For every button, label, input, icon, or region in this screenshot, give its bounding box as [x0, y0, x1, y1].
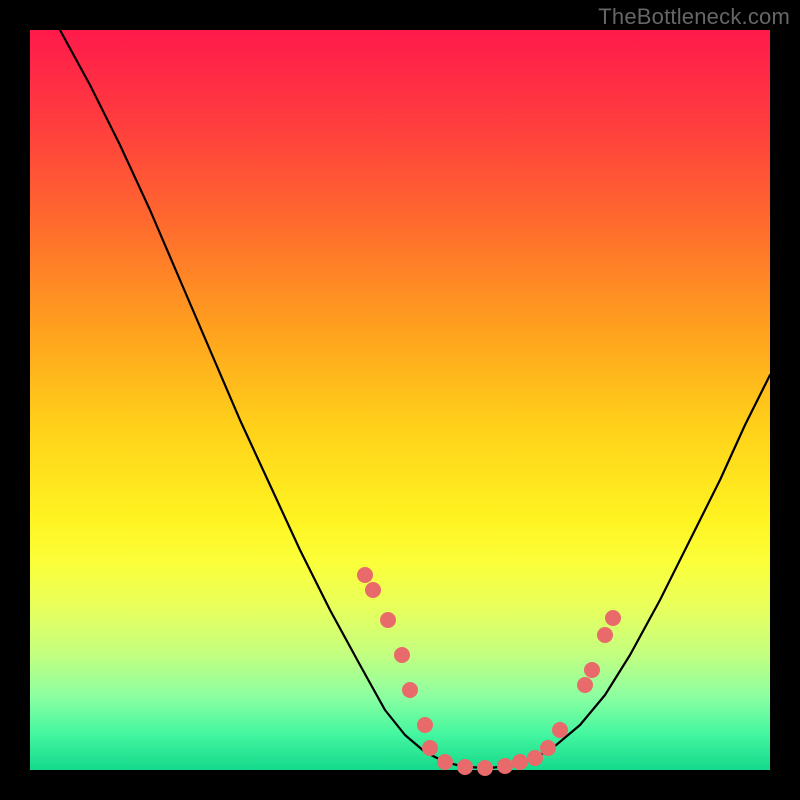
data-dot — [394, 647, 410, 663]
data-dot — [422, 740, 438, 756]
data-dot — [457, 759, 473, 775]
data-dot — [552, 722, 568, 738]
bottleneck-curve-svg — [30, 30, 770, 770]
data-dot — [584, 662, 600, 678]
curve-dots-group — [357, 567, 621, 776]
gradient-plot-area — [30, 30, 770, 770]
attribution-text: TheBottleneck.com — [598, 4, 790, 30]
data-dot — [402, 682, 418, 698]
chart-frame: TheBottleneck.com — [0, 0, 800, 800]
data-dot — [357, 567, 373, 583]
data-dot — [380, 612, 396, 628]
data-dot — [497, 758, 513, 774]
data-dot — [540, 740, 556, 756]
data-dot — [527, 750, 543, 766]
bottleneck-curve — [60, 30, 770, 768]
data-dot — [477, 760, 493, 776]
data-dot — [417, 717, 433, 733]
data-dot — [577, 677, 593, 693]
data-dot — [512, 754, 528, 770]
data-dot — [365, 582, 381, 598]
data-dot — [605, 610, 621, 626]
data-dot — [597, 627, 613, 643]
data-dot — [437, 754, 453, 770]
